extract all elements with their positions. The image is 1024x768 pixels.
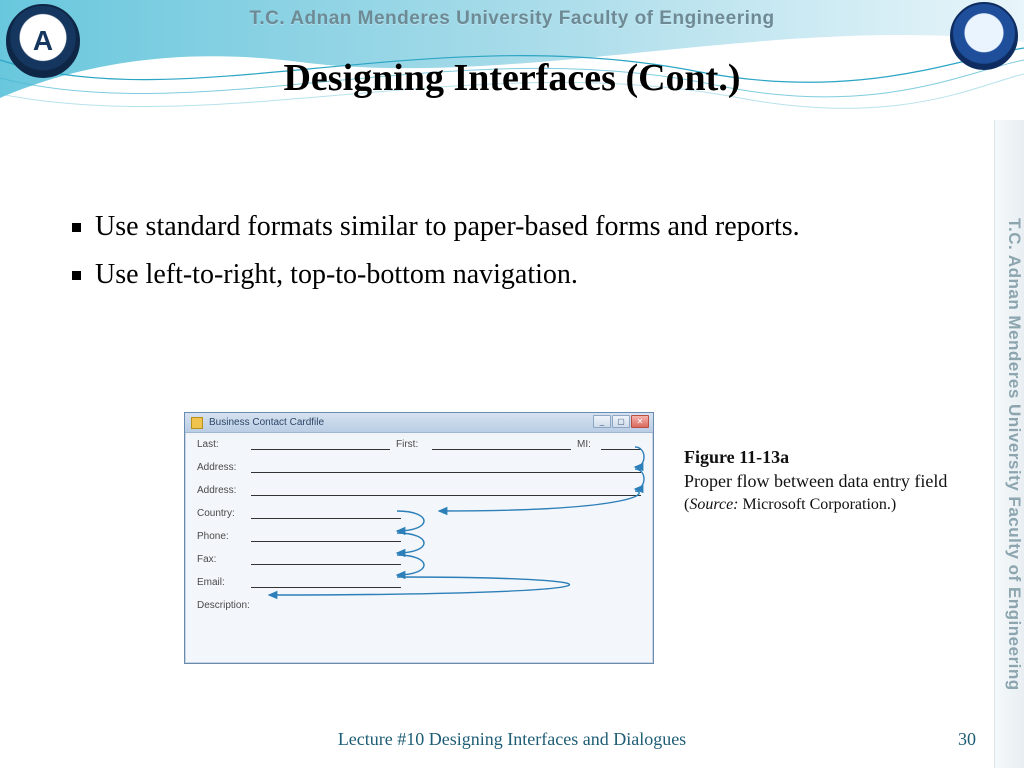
field-mi[interactable] xyxy=(601,449,641,450)
figure-caption: Figure 11-13a Proper flow between data e… xyxy=(684,445,974,515)
side-banner-text: T.C. Adnan Menderes University Faculty o… xyxy=(994,120,1024,768)
window-titlebar: Business Contact Cardfile _ ▢ ✕ xyxy=(185,413,653,433)
figure-window: Business Contact Cardfile _ ▢ ✕ Last: Fi… xyxy=(184,412,654,664)
window-title: Business Contact Cardfile xyxy=(209,417,324,428)
figure-number: Figure 11-13a xyxy=(684,445,974,469)
field-fax[interactable] xyxy=(251,564,401,565)
field-address2[interactable] xyxy=(251,495,641,496)
label-address2: Address: xyxy=(197,485,245,496)
field-address1[interactable] xyxy=(251,472,641,473)
label-email: Email: xyxy=(197,577,245,588)
window-close-button[interactable]: ✕ xyxy=(631,415,649,428)
bullet-list: Use standard formats similar to paper-ba… xyxy=(72,208,942,304)
label-phone: Phone: xyxy=(197,531,245,542)
figure-source-label: Source: xyxy=(689,496,738,513)
label-fax: Fax: xyxy=(197,554,245,565)
figure-source-value: Microsoft Corporation.) xyxy=(739,496,897,513)
window-minimize-button[interactable]: _ xyxy=(593,415,611,428)
banner-text: T.C. Adnan Menderes University Faculty o… xyxy=(0,8,1024,30)
label-address1: Address: xyxy=(197,462,245,473)
label-country: Country: xyxy=(197,508,245,519)
field-first[interactable] xyxy=(432,449,571,450)
window-app-icon xyxy=(191,417,203,429)
slide-title: Designing Interfaces (Cont.) xyxy=(0,56,1024,100)
bullet-item: Use standard formats similar to paper-ba… xyxy=(72,208,942,246)
label-first: First: xyxy=(396,439,426,450)
field-country[interactable] xyxy=(251,518,401,519)
logo-right-glyph: ⚙ xyxy=(974,23,994,49)
window-maximize-button[interactable]: ▢ xyxy=(612,415,630,428)
field-phone[interactable] xyxy=(251,541,401,542)
field-email[interactable] xyxy=(251,587,401,588)
footer-lecture-title: Lecture #10 Designing Interfaces and Dia… xyxy=(0,729,1024,750)
footer-page-number: 30 xyxy=(958,729,976,750)
bullet-marker xyxy=(72,271,81,280)
bullet-text: Use standard formats similar to paper-ba… xyxy=(95,208,800,246)
label-last: Last: xyxy=(197,439,245,450)
bullet-text: Use left-to-right, top-to-bottom navigat… xyxy=(95,256,578,294)
logo-left-glyph: A xyxy=(33,25,53,57)
bullet-item: Use left-to-right, top-to-bottom navigat… xyxy=(72,256,942,294)
label-description: Description: xyxy=(197,600,261,611)
bullet-marker xyxy=(72,223,81,232)
field-last[interactable] xyxy=(251,449,390,450)
form-body: Last: First: MI: Address: Address: Count… xyxy=(185,433,653,628)
figure-caption-text: Proper flow between data entry field xyxy=(684,469,974,493)
label-mi: MI: xyxy=(577,439,595,450)
